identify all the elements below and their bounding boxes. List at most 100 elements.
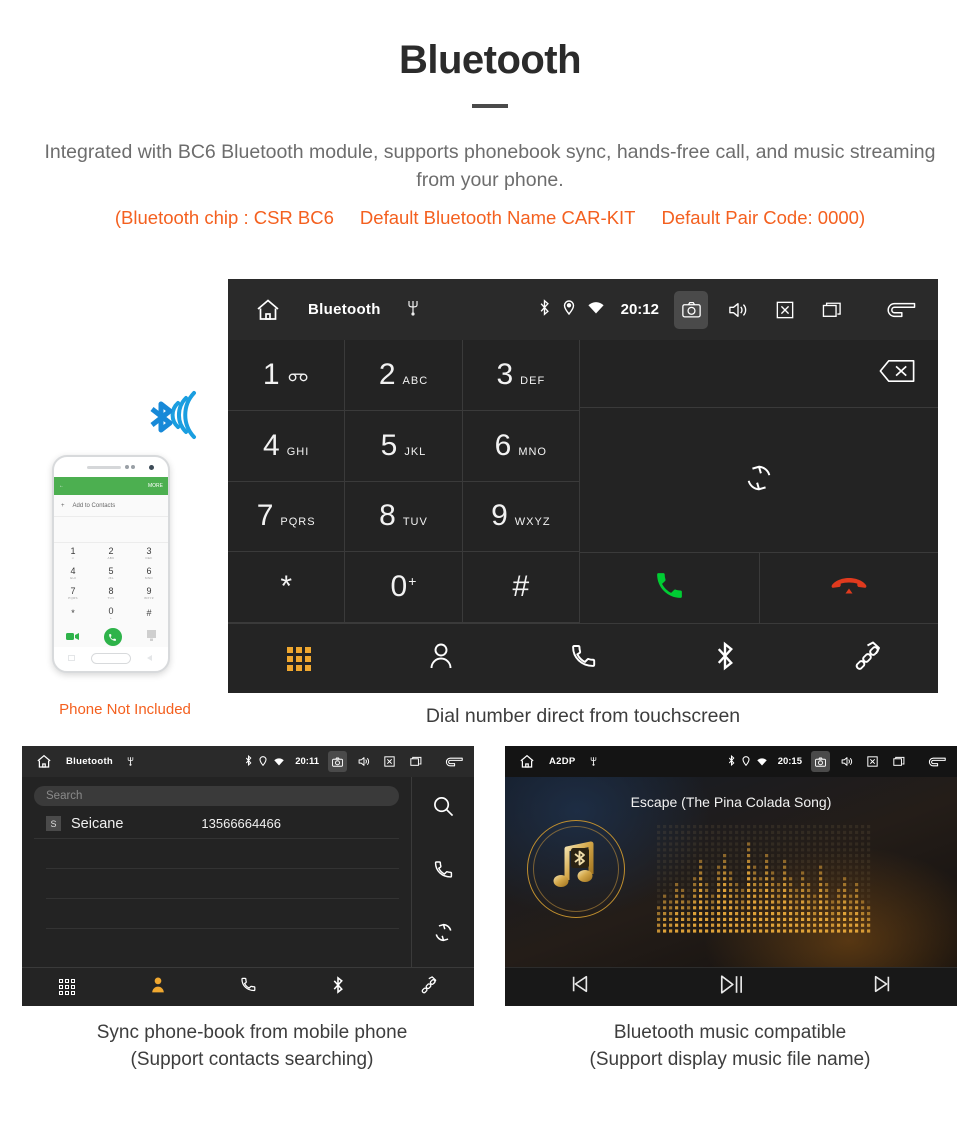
tab-contacts[interactable] [370,642,512,675]
volume-icon[interactable] [354,751,373,772]
dialpad-icon [287,646,311,671]
recents-icon[interactable] [815,291,849,329]
call-button[interactable] [412,840,474,903]
contact-row-empty [46,839,399,869]
number-display[interactable] [580,340,938,408]
contacts-side-actions [412,777,474,967]
phone-key-digit: 7 [70,585,76,596]
music-controls [505,967,957,1005]
dialer-status-icons: 20:12 [539,290,920,329]
key-digit: 3 [496,357,514,391]
wifi-icon [756,753,767,771]
back-icon[interactable] [880,291,920,329]
tab-contacts[interactable] [112,976,202,998]
phone-key: # [130,603,168,623]
dialer-unit: Bluetooth 20:12 1 2 ABC 3 DEF 4 GHI 5 JK… [228,279,938,693]
key-digit: 8 [379,499,396,533]
play-pause-button[interactable] [656,974,807,1000]
camera-icon[interactable] [674,290,708,329]
contact-row[interactable]: S Seicane 13566664466 [34,809,399,839]
skip-previous-icon [570,974,590,999]
tab-call-history[interactable] [512,642,654,675]
home-icon[interactable] [514,754,540,769]
phone-key-letters: PQRS [68,595,78,600]
phone-key: * [54,603,92,623]
music-statusbar: A2DP 20:15 [505,746,957,777]
recents-icon[interactable] [406,751,425,772]
spec-bt-name: Default Bluetooth Name CAR-KIT [359,206,636,228]
volume-icon[interactable] [721,291,755,329]
key-digit: 1 [262,357,280,391]
search-button[interactable] [412,777,474,840]
key-8[interactable]: 8 TUV [345,481,463,553]
key-3[interactable]: 3 DEF [462,340,580,411]
tab-dialpad[interactable] [22,979,112,995]
backspace-icon[interactable] [878,359,916,388]
close-box-icon[interactable] [863,751,882,772]
phone-appbar: ← MORE [54,477,168,495]
sync-button[interactable] [412,904,474,967]
bluetooth-feature-page: Bluetooth Integrated with BC6 Bluetooth … [0,0,980,1134]
key-9[interactable]: 9 WXYZ [462,481,580,553]
close-box-icon[interactable] [768,291,802,329]
end-call-button[interactable] [760,553,939,623]
back-icon[interactable] [441,751,465,772]
volume-icon[interactable] [837,751,856,772]
key-digit: * [280,570,292,604]
key-letters: JKL [404,445,427,458]
dialer-statusbar: Bluetooth 20:12 [228,279,938,340]
key-star[interactable]: * [228,552,346,623]
phone-key-digit: 1 [70,545,76,556]
tab-bluetooth[interactable] [654,641,796,676]
key-2[interactable]: 2 ABC [345,340,463,411]
key-digit: 4 [263,428,280,462]
sync-contacts-button[interactable] [580,408,938,553]
contacts-clock: 20:11 [295,756,319,767]
music-unit: A2DP 20:15 Escape (The Pina Colada Song) [505,746,957,1006]
next-track-button[interactable] [806,974,957,999]
end-call-icon [831,575,867,602]
key-1[interactable]: 1 [228,340,346,411]
key-letters: PQRS [280,516,316,529]
key-digit: # [512,570,530,604]
key-hash[interactable]: # [462,552,580,623]
key-6[interactable]: 6 MNO [462,410,580,482]
back-icon[interactable] [924,751,948,772]
phone-earpiece [54,457,168,477]
tab-dialpad[interactable] [228,646,370,671]
tab-pair-link[interactable] [384,975,474,999]
key-5[interactable]: 5 JKL [345,410,463,482]
phone-key-letters: ABC [107,555,115,560]
contacts-statusbar: Bluetooth 20:11 [22,746,474,777]
location-icon [742,753,750,771]
tab-call-history[interactable] [203,976,293,998]
contacts-title: Bluetooth [66,756,114,767]
dialer-clock: 20:12 [620,301,659,318]
dialer-title: Bluetooth [308,301,381,318]
camera-icon[interactable] [328,751,347,772]
call-button[interactable] [580,553,760,623]
recents-icon[interactable] [889,751,908,772]
spec-chip: (Bluetooth chip : CSR BC6 [114,206,334,228]
tab-pair-link[interactable] [796,641,938,676]
home-icon[interactable] [246,298,290,322]
tab-bluetooth[interactable] [293,975,383,999]
phone-device: ← MORE + Add to Contacts 1 ∞ 2 ABC 3 DEF 4 GHI 5… [52,455,170,673]
key-7[interactable]: 7 PQRS [228,481,346,553]
page-title: Bluetooth [398,38,582,82]
key-digit: 6 [494,428,512,462]
search-input[interactable]: Search [34,786,399,806]
phone-key-digit: 8 [108,585,114,596]
phone-key-digit: 9 [146,585,152,596]
contacts-unit: Bluetooth 20:11 Search S Seicane 1356666… [22,746,474,1006]
contact-initial-badge: S [46,816,61,831]
key-4[interactable]: 4 GHI [228,410,346,482]
music-caption-line1: Bluetooth music compatible [613,1022,847,1043]
close-box-icon[interactable] [380,751,399,772]
camera-icon[interactable] [811,751,830,772]
dialer-body: 1 2 ABC 3 DEF 4 GHI 5 JKL 6 MNO 7 PQRS 8 TUV 9 WXYZ * 0 + # [228,340,938,623]
key-0[interactable]: 0 + [345,552,463,623]
previous-track-button[interactable] [505,974,656,999]
home-icon[interactable] [31,754,57,769]
dialer-tabbar [228,623,938,693]
